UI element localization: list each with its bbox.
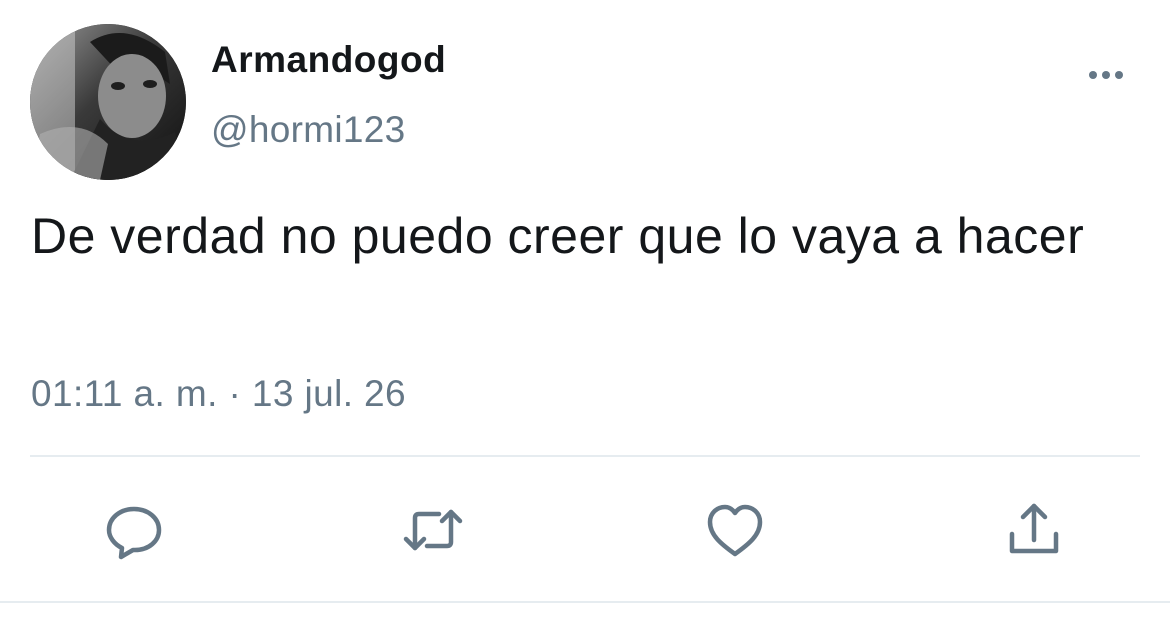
like-button[interactable] (705, 500, 765, 560)
avatar-image (30, 24, 186, 180)
tweet-timestamp[interactable]: 01:11 a. m. · 13 jul. 26 (31, 373, 406, 415)
divider (0, 601, 1170, 603)
reply-button[interactable] (104, 500, 164, 560)
tweet-text: De verdad no puedo creer que lo vaya a h… (31, 208, 1085, 264)
more-horizontal-icon (1089, 71, 1123, 79)
avatar[interactable] (30, 24, 186, 180)
display-name[interactable]: Armandogod (211, 39, 446, 81)
more-options-button[interactable] (1078, 58, 1134, 92)
share-button[interactable] (1004, 500, 1064, 560)
retweet-icon (403, 509, 463, 551)
reply-icon (106, 506, 162, 560)
user-handle[interactable]: @hormi123 (211, 109, 406, 151)
heart-icon (707, 504, 763, 557)
retweet-button[interactable] (403, 500, 463, 560)
share-icon (1009, 503, 1059, 554)
divider (30, 455, 1140, 457)
